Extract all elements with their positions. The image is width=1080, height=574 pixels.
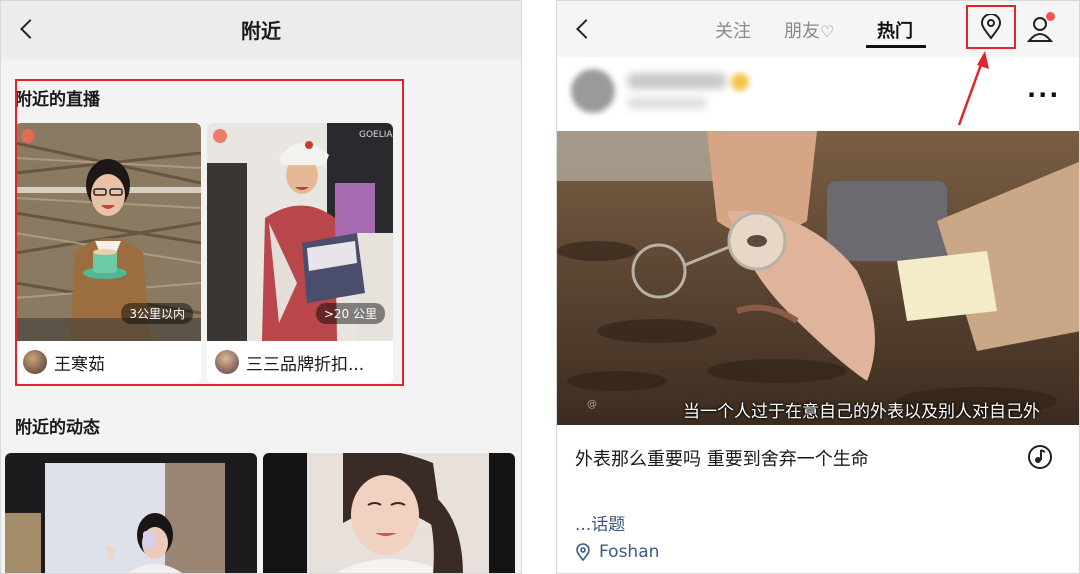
post-location[interactable]: Foshan — [575, 542, 659, 562]
location-pin-icon — [576, 543, 590, 561]
video-watermark: @ — [587, 399, 597, 410]
tab-friends-label: 朋友 — [784, 21, 820, 42]
feed-tile[interactable] — [5, 453, 257, 573]
verified-badge — [731, 73, 749, 91]
annotation-arrow — [957, 51, 989, 126]
active-tab-indicator — [866, 45, 926, 48]
music-icon[interactable] — [1027, 444, 1053, 470]
tab-hot[interactable]: 热门 — [877, 17, 913, 43]
location-label: Foshan — [599, 542, 660, 562]
page-title: 附近 — [241, 19, 281, 43]
avatar — [571, 69, 615, 113]
author-row[interactable] — [571, 69, 831, 119]
feed-thumbnail — [5, 453, 257, 573]
video-frame — [557, 131, 1079, 425]
hot-feed-screen: 关注 朋友♡ 热门 ··· @ 当一个人过于在意自己的外表以及别人对自己外 外表… — [556, 0, 1080, 574]
tab-following[interactable]: 关注 — [715, 17, 751, 43]
video-subtitle: 当一个人过于在意自己的外表以及别人对自己外 — [683, 402, 1040, 422]
video-player[interactable]: @ 当一个人过于在意自己的外表以及别人对自己外 — [557, 131, 1079, 425]
feed-tile[interactable] — [263, 453, 515, 573]
tab-friends[interactable]: 朋友♡ — [784, 17, 834, 43]
post-caption: 外表那么重要吗 重要到舍弃一个生命 — [575, 449, 869, 470]
back-icon[interactable] — [576, 19, 596, 39]
nearby-header: 附近 — [1, 1, 521, 59]
top-nav: 关注 朋友♡ 热门 — [557, 1, 1079, 57]
notification-dot — [1046, 12, 1055, 21]
feed-thumbnail — [263, 453, 515, 573]
topic-link[interactable]: ...话题 — [575, 510, 625, 535]
nearby-screen: 附近 附近的直播 3公里以内 王寒茹 GOELIA >20 公里 三三品牌折扣.… — [0, 0, 522, 574]
feed-section-title: 附近的动态 — [15, 418, 100, 438]
author-name-blurred — [627, 73, 727, 89]
nearby-live-highlight — [15, 79, 404, 386]
location-button[interactable] — [966, 5, 1016, 49]
author-subtitle-blurred — [627, 97, 707, 109]
heart-icon: ♡ — [820, 22, 835, 41]
location-pin-icon — [980, 14, 1002, 40]
more-icon[interactable]: ··· — [1027, 81, 1060, 109]
